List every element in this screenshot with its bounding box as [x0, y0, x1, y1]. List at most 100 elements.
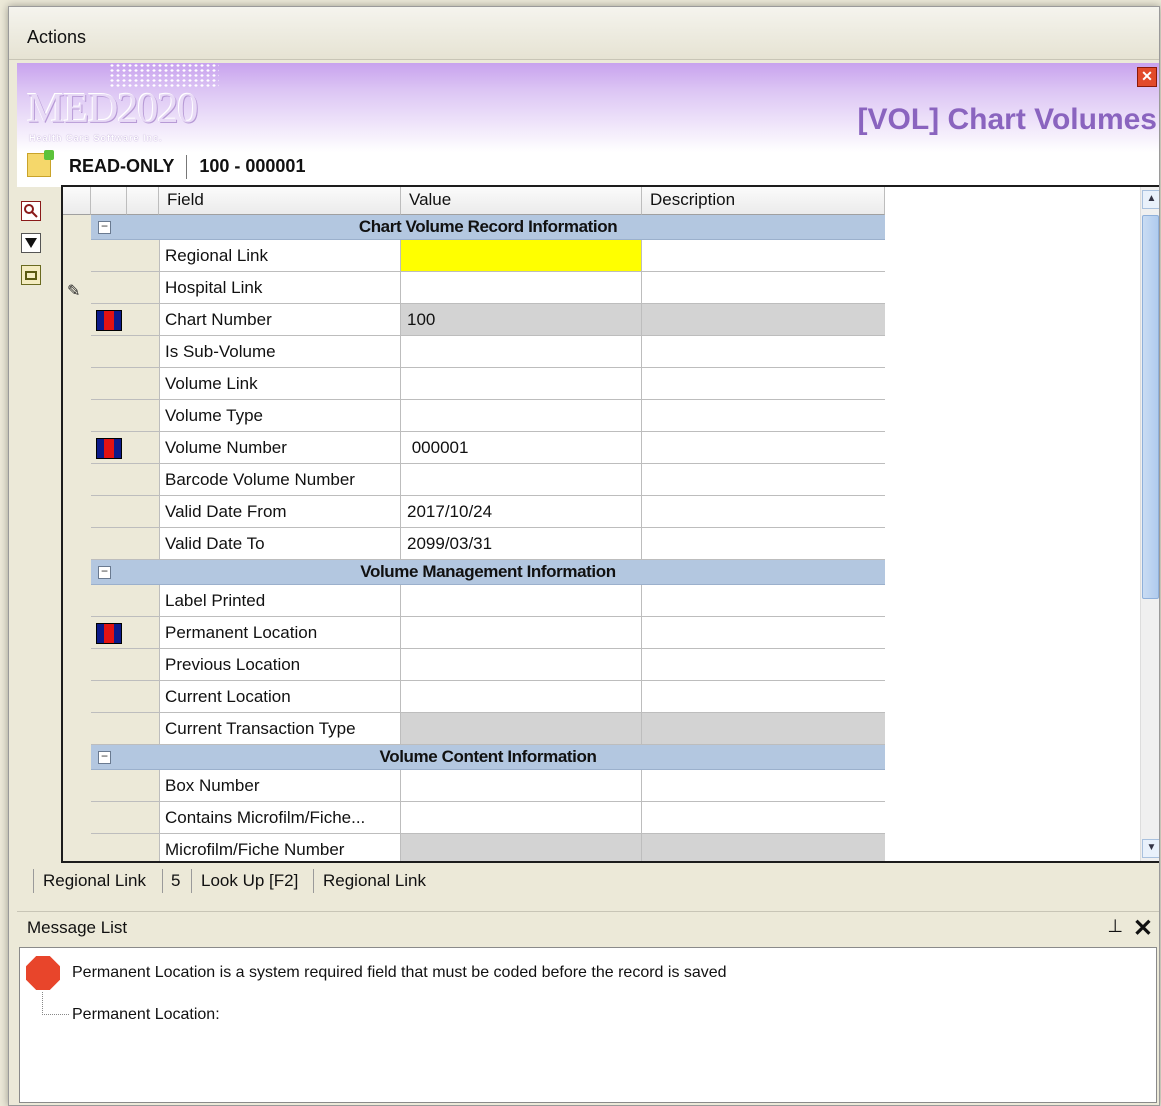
value-cell[interactable] — [401, 617, 642, 648]
row-indicator — [91, 336, 128, 367]
description-cell — [642, 834, 885, 861]
value-cell — [401, 834, 642, 861]
row-flag — [127, 464, 160, 495]
actions-menu[interactable]: Actions — [27, 27, 86, 48]
row-flag — [127, 713, 160, 744]
value-cell[interactable] — [401, 770, 642, 801]
field-label: Volume Link — [159, 368, 401, 399]
section-chart-volume-record[interactable]: − Chart Volume Record Information — [91, 215, 885, 240]
table-row[interactable]: Current Location — [91, 681, 885, 713]
row-flag — [127, 432, 160, 463]
value-cell[interactable]: 000001 — [401, 432, 642, 463]
table-row[interactable]: Valid Date From 2017/10/24 — [91, 496, 885, 528]
table-row[interactable]: Regional Link — [91, 240, 885, 272]
value-column-header[interactable]: Value — [401, 187, 642, 215]
row-indicator — [91, 400, 128, 431]
table-row[interactable]: Barcode Volume Number — [91, 464, 885, 496]
row-indicator — [91, 617, 128, 648]
table-row[interactable]: Previous Location — [91, 649, 885, 681]
row-flag — [127, 336, 160, 367]
table-row[interactable]: Valid Date To 2099/03/31 — [91, 528, 885, 560]
field-label: Barcode Volume Number — [159, 464, 401, 495]
field-label: Label Printed — [159, 585, 401, 616]
logo-subtitle: Health Care Software Inc. — [29, 133, 163, 143]
error-message[interactable]: Permanent Location is a system required … — [72, 964, 727, 982]
med2020-logo: MED2020 — [27, 86, 198, 132]
row-indicator — [91, 240, 128, 271]
description-cell — [642, 400, 885, 431]
folder-icon[interactable] — [21, 265, 41, 285]
row-indicator — [91, 713, 128, 744]
row-flag — [127, 240, 160, 271]
value-cell[interactable] — [401, 240, 642, 271]
value-cell[interactable]: 2017/10/24 — [401, 496, 642, 527]
filter-icon[interactable] — [21, 233, 41, 253]
value-cell[interactable] — [401, 585, 642, 616]
description-cell — [642, 368, 885, 399]
table-row[interactable]: Hospital Link — [91, 272, 885, 304]
table-row[interactable]: Permanent Location — [91, 617, 885, 649]
value-cell[interactable] — [401, 649, 642, 680]
section-label: Volume Management Information — [360, 562, 616, 581]
value-cell[interactable] — [401, 681, 642, 712]
pin-icon[interactable]: ⊥ — [1107, 916, 1123, 937]
field-label: Chart Number — [159, 304, 401, 335]
field-label: Volume Number — [159, 432, 401, 463]
field-label: Hospital Link — [159, 272, 401, 303]
row-flag — [127, 585, 160, 616]
row-flag — [127, 368, 160, 399]
table-row[interactable]: Label Printed — [91, 585, 885, 617]
row-flag — [127, 617, 160, 648]
value-cell[interactable] — [401, 336, 642, 367]
record-id: 100 - 000001 — [199, 155, 306, 176]
vertical-scrollbar[interactable]: ▲ ▼ — [1140, 187, 1159, 861]
row-flag — [127, 770, 160, 801]
field-label: Valid Date To — [159, 528, 401, 559]
error-detail[interactable]: Permanent Location: — [72, 1006, 220, 1024]
description-cell — [642, 528, 885, 559]
status-divider — [162, 869, 163, 893]
value-cell[interactable] — [401, 368, 642, 399]
value-cell[interactable] — [401, 464, 642, 495]
field-label: Current Location — [159, 681, 401, 712]
required-field-icon — [96, 623, 122, 644]
new-record-icon[interactable] — [27, 150, 54, 177]
section-volume-management[interactable]: − Volume Management Information — [91, 560, 885, 585]
stop-icon — [26, 956, 60, 990]
description-cell — [642, 464, 885, 495]
description-cell — [642, 770, 885, 801]
scroll-up-icon[interactable]: ▲ — [1142, 190, 1159, 209]
description-column-header[interactable]: Description — [642, 187, 885, 215]
lookup-button[interactable]: Look Up [F2] — [201, 871, 298, 891]
table-row[interactable]: Chart Number 100 — [91, 304, 885, 336]
table-row[interactable]: Microfilm/Fiche Number — [91, 834, 885, 861]
table-row[interactable]: Volume Link — [91, 368, 885, 400]
page-title: [VOL] Chart Volumes — [857, 103, 1157, 136]
required-field-icon — [96, 438, 122, 459]
scroll-thumb[interactable] — [1142, 215, 1159, 599]
description-cell — [642, 585, 885, 616]
close-icon[interactable]: ✕ — [1137, 67, 1157, 87]
table-row[interactable]: Current Transaction Type — [91, 713, 885, 745]
row-header-strip: ✎ — [63, 215, 92, 861]
row-indicator — [91, 681, 128, 712]
field-column-header[interactable]: Field — [159, 187, 401, 215]
table-row[interactable]: Volume Number 000001 — [91, 432, 885, 464]
row-flag — [127, 304, 160, 335]
lookup-icon[interactable] — [21, 201, 41, 221]
description-cell — [642, 336, 885, 367]
value-cell[interactable] — [401, 272, 642, 303]
table-row[interactable]: Box Number — [91, 770, 885, 802]
value-cell[interactable] — [401, 802, 642, 833]
field-label: Microfilm/Fiche Number — [159, 834, 401, 861]
close-panel-icon[interactable]: ✕ — [1133, 914, 1153, 943]
table-row[interactable]: Is Sub-Volume — [91, 336, 885, 368]
value-cell[interactable] — [401, 400, 642, 431]
section-volume-content[interactable]: − Volume Content Information — [91, 745, 885, 770]
status-divider — [186, 155, 188, 179]
table-row[interactable]: Contains Microfilm/Fiche... — [91, 802, 885, 834]
value-cell[interactable]: 2099/03/31 — [401, 528, 642, 559]
message-list-header: Message List ⊥ ✕ — [17, 911, 1159, 944]
table-row[interactable]: Volume Type — [91, 400, 885, 432]
scroll-down-icon[interactable]: ▼ — [1142, 839, 1159, 858]
